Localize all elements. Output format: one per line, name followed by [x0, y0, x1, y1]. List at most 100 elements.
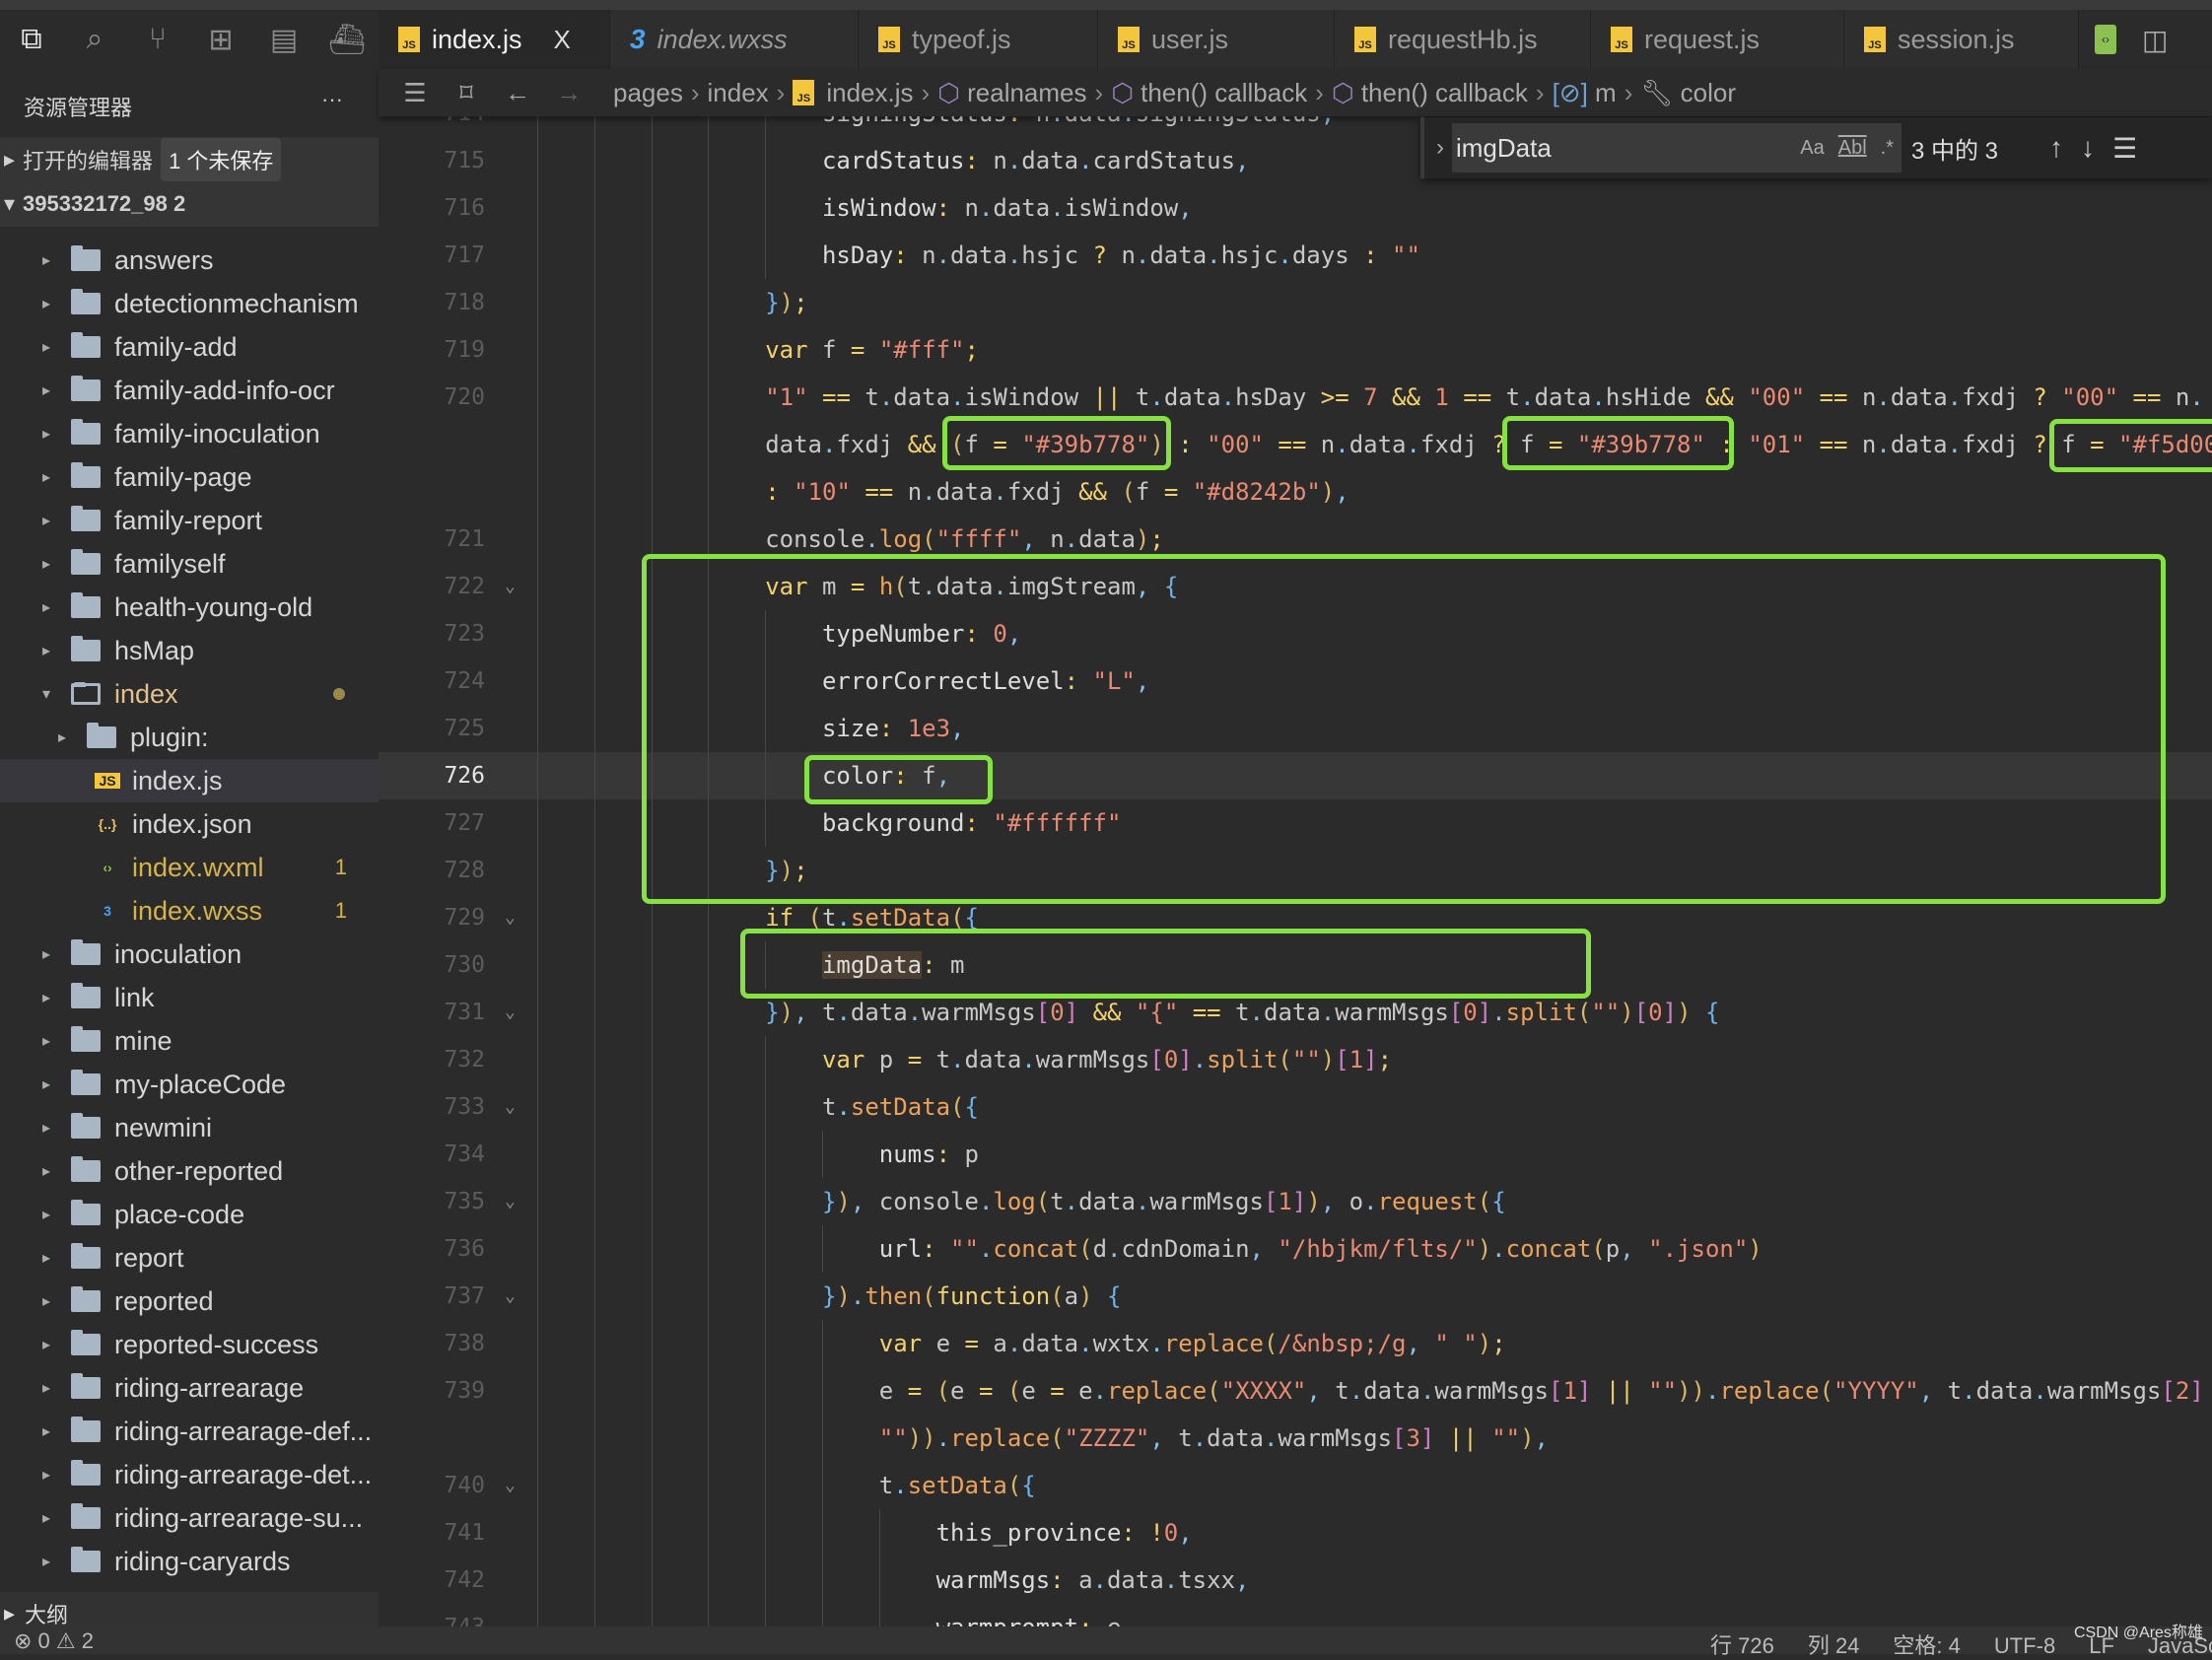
breadcrumb-item[interactable]: index.js	[826, 78, 913, 108]
code-line[interactable]: 736 url: "".concat(d.cdnDomain, "/hbjkm/…	[379, 1225, 2212, 1273]
tree-item[interactable]: ▸ family-add	[0, 325, 379, 369]
tab-user-js[interactable]: JS user.js	[1098, 10, 1335, 69]
tree-item[interactable]: ▸ inoculation	[0, 933, 379, 976]
tree-item[interactable]: ▸ family-report	[0, 499, 379, 542]
code-line[interactable]: 733 ⌄ t.setData({	[379, 1083, 2212, 1131]
next-match-icon[interactable]: ↓	[2081, 132, 2095, 164]
code-line[interactable]: data.fxdj && (f = "#39b778") : "00" == n…	[379, 421, 2212, 468]
code-line[interactable]: 722 ⌄ var m = h(t.data.imgStream, {	[379, 563, 2212, 610]
code-line[interactable]: 731 ⌄ }), t.data.warmMsgs[0] && "{" == t.…	[379, 989, 2212, 1036]
split-editor-icon[interactable]: ◫	[2142, 24, 2168, 56]
tree-item[interactable]: ▸ riding-caryards	[0, 1540, 379, 1583]
find-input[interactable]: imgData Aa Abl .*	[1452, 123, 1901, 173]
tab-requesthb-js[interactable]: JS requestHb.js	[1335, 10, 1591, 69]
open-editors-section[interactable]: ▸ 打开的编辑器 1 个未保存	[0, 137, 379, 182]
tree-item[interactable]: 3 index.wxss 1	[0, 889, 379, 933]
fold-chevron-icon[interactable]: ⌄	[505, 1462, 516, 1509]
breadcrumb-item[interactable]: then() callback	[1361, 78, 1528, 108]
code-line[interactable]: 730 imgData: m	[379, 941, 2212, 989]
search-icon[interactable]: ⌕	[63, 10, 126, 69]
match-case-toggle[interactable]: Aa	[1800, 137, 1824, 160]
breadcrumb-item[interactable]: m	[1595, 78, 1617, 108]
whole-word-toggle[interactable]: Abl	[1838, 137, 1867, 160]
tree-item[interactable]: ▸ detectionmechanism	[0, 282, 379, 325]
code-line[interactable]: 726 color: f,	[379, 752, 2212, 799]
code-line[interactable]: 720 "1" == t.data.isWindow || t.data.hsD…	[379, 374, 2212, 421]
layout-icon[interactable]: ▤	[252, 10, 315, 69]
code-line[interactable]: 727 background: "#ffffff"	[379, 799, 2212, 847]
previous-match-icon[interactable]: ↑	[2049, 132, 2063, 164]
tree-item[interactable]: ▸ reported	[0, 1280, 379, 1323]
bookmark-icon[interactable]: ⌑	[451, 78, 481, 108]
tree-item[interactable]: JS index.js	[0, 759, 379, 802]
tree-item[interactable]: ▸ reported-success	[0, 1323, 379, 1366]
tree-item[interactable]: ▸ health-young-old	[0, 586, 379, 629]
tree-item[interactable]: ▸ family-add-info-ocr	[0, 369, 379, 412]
code-editor[interactable]: 714 signingStatus: n.data.signingStatus,…	[379, 116, 2212, 1626]
tree-item[interactable]: ▸ report	[0, 1236, 379, 1280]
tree-item[interactable]: ▸ hsMap	[0, 629, 379, 672]
breadcrumb-item[interactable]: color	[1681, 78, 1736, 108]
project-section[interactable]: ▾ 395332172_98 2	[0, 181, 379, 227]
toggle-replace-icon[interactable]: ›	[1436, 134, 1444, 162]
tree-item[interactable]: ▸ answers	[0, 239, 379, 282]
tree-item[interactable]: ▸ plugin:	[0, 716, 379, 759]
tab-request-js[interactable]: JS request.js	[1591, 10, 1844, 69]
tree-item[interactable]: ▸ my-placeCode	[0, 1063, 379, 1106]
breadcrumb-item[interactable]: then() callback	[1141, 78, 1307, 108]
back-arrow-icon[interactable]: ←	[503, 78, 532, 108]
docker-icon[interactable]: ⛴	[315, 10, 379, 69]
code-line[interactable]: 734 nums: p	[379, 1131, 2212, 1178]
encoding[interactable]: UTF-8	[1994, 1633, 2055, 1658]
forward-arrow-icon[interactable]: →	[554, 78, 584, 108]
problems-indicator[interactable]: ⊗ 0 ⚠ 2	[14, 1628, 94, 1654]
tree-item[interactable]: ▸ link	[0, 976, 379, 1019]
tab-typeof-js[interactable]: JS typeof.js	[859, 10, 1098, 69]
list-icon[interactable]: ☰	[400, 78, 430, 108]
tree-item[interactable]: ▸ family-page	[0, 455, 379, 499]
code-line[interactable]: 717 hsDay: n.data.hsjc ? n.data.hsjc.day…	[379, 232, 2212, 279]
tree-item[interactable]: ▸ riding-arrearage-def...	[0, 1410, 379, 1453]
indent-setting[interactable]: 空格: 4	[1893, 1633, 1960, 1658]
tab-index-js[interactable]: JS index.js X	[379, 10, 610, 69]
tab-index-wxss[interactable]: 3 index.wxss	[610, 10, 859, 69]
code-line[interactable]: "")).replace("ZZZZ", t.data.warmMsgs[3] …	[379, 1415, 2212, 1462]
open-wxml-icon[interactable]: ‹›	[2095, 25, 2116, 54]
tree-item[interactable]: ▸ familyself	[0, 542, 379, 586]
extensions-icon[interactable]: ⊞	[189, 10, 252, 69]
code-line[interactable]: 740 ⌄ t.setData({	[379, 1462, 2212, 1509]
breadcrumb-item[interactable]: index	[708, 78, 769, 108]
tree-item[interactable]: ▸ other-reported	[0, 1149, 379, 1193]
tree-item[interactable]: ‹› index.wxml 1	[0, 846, 379, 889]
fold-chevron-icon[interactable]: ⌄	[505, 1273, 516, 1320]
tree-item[interactable]: ▸ riding-arrearage-det...	[0, 1453, 379, 1496]
find-in-selection-icon[interactable]: ☰	[2112, 132, 2137, 165]
tree-item[interactable]: ▸ family-inoculation	[0, 412, 379, 455]
code-line[interactable]: 739 e = (e = (e = e.replace("XXXX", t.da…	[379, 1367, 2212, 1415]
breadcrumb-item[interactable]: realnames	[967, 78, 1086, 108]
tree-item[interactable]: ▸ mine	[0, 1019, 379, 1063]
fold-chevron-icon[interactable]: ⌄	[505, 894, 516, 941]
fold-chevron-icon[interactable]: ⌄	[505, 989, 516, 1036]
regex-toggle[interactable]: .*	[1881, 137, 1894, 160]
source-control-icon[interactable]: ⑂	[126, 10, 189, 69]
tab-session-js[interactable]: JS session.js	[1844, 10, 2079, 69]
code-line[interactable]: 718 });	[379, 279, 2212, 326]
code-line[interactable]: : "10" == n.data.fxdj && (f = "#d8242b")…	[379, 468, 2212, 516]
tree-item[interactable]: ▸ riding-arrearage	[0, 1366, 379, 1410]
more-actions-icon[interactable]: ···	[321, 87, 343, 112]
code-line[interactable]: 741 this_province: !0,	[379, 1509, 2212, 1556]
code-line[interactable]: 716 isWindow: n.data.isWindow,	[379, 184, 2212, 232]
tree-item[interactable]: ▸ newmini	[0, 1106, 379, 1149]
code-line[interactable]: 737 ⌄ }).then(function(a) {	[379, 1273, 2212, 1320]
fold-chevron-icon[interactable]: ⌄	[505, 1083, 516, 1131]
cursor-col[interactable]: 列 24	[1808, 1633, 1860, 1658]
code-line[interactable]: 723 typeNumber: 0,	[379, 610, 2212, 657]
tree-item[interactable]: ▸ place-code	[0, 1193, 379, 1236]
code-line[interactable]: 732 var p = t.data.warmMsgs[0].split("")…	[379, 1036, 2212, 1083]
tree-item[interactable]: ▸ riding-arrearage-su...	[0, 1496, 379, 1540]
code-line[interactable]: 724 errorCorrectLevel: "L",	[379, 657, 2212, 705]
code-line[interactable]: 742 warmMsgs: a.data.tsxx,	[379, 1556, 2212, 1604]
tree-item[interactable]: ▾ index	[0, 672, 379, 716]
code-line[interactable]: 729 ⌄ if (t.setData({	[379, 894, 2212, 941]
